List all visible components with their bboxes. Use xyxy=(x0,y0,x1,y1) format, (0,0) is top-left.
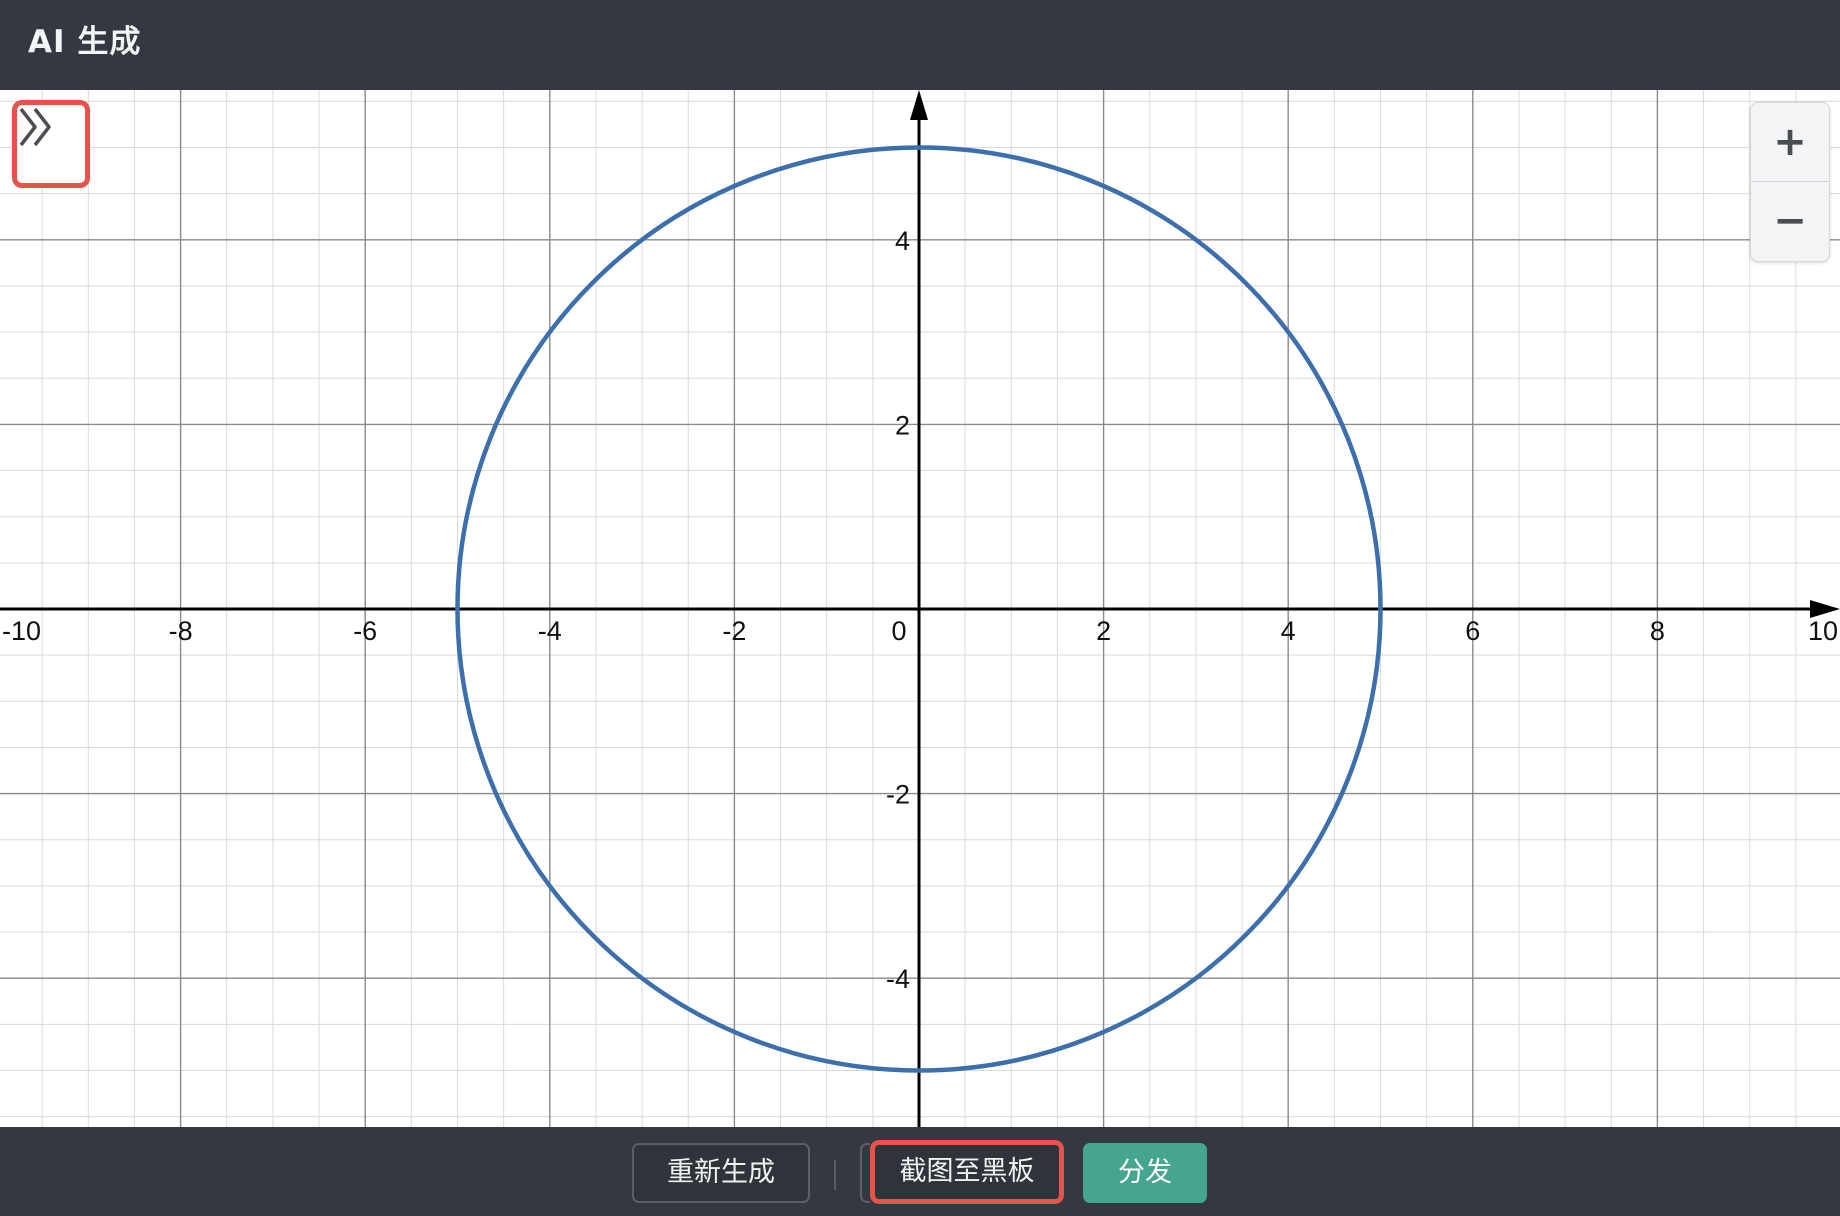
y-tick-label: 2 xyxy=(895,410,910,440)
y-tick-label: 4 xyxy=(895,226,910,256)
zoom-controls: + − xyxy=(1750,102,1830,262)
x-tick-label: 6 xyxy=(1465,616,1480,646)
regenerate-button[interactable]: 重新生成 xyxy=(632,1143,810,1203)
x-tick-label: 10 xyxy=(1808,616,1838,646)
screenshot-to-blackboard-button[interactable]: 截图至黑板 xyxy=(870,1140,1064,1204)
double-chevron-right-icon xyxy=(19,107,51,147)
y-axis-arrow xyxy=(910,90,928,120)
title-bar: AI 生成 xyxy=(0,0,1840,90)
zoom-out-button[interactable]: − xyxy=(1751,182,1829,260)
x-tick-label: -4 xyxy=(538,616,562,646)
y-tick-label: -2 xyxy=(886,780,910,810)
axes xyxy=(0,90,1840,1127)
x-tick-label: -2 xyxy=(722,616,746,646)
x-tick-label: 2 xyxy=(1096,616,1111,646)
graph-canvas[interactable]: -10 -8 -6 -4 -2 0 2 4 6 8 10 4 2 -2 -4 + − xyxy=(0,90,1840,1127)
x-tick-label: 4 xyxy=(1281,616,1296,646)
bottom-toolbar: 重新生成 截图至黑板 分发 xyxy=(0,1127,1840,1216)
zoom-in-button[interactable]: + xyxy=(1751,103,1829,181)
y-tick-label: -4 xyxy=(886,964,910,994)
window-title: AI 生成 xyxy=(28,24,142,60)
toolbar-divider xyxy=(834,1160,836,1190)
x-tick-label: 0 xyxy=(891,616,906,646)
x-tick-label: 8 xyxy=(1650,616,1665,646)
coordinate-plot: -10 -8 -6 -4 -2 0 2 4 6 8 10 4 2 -2 -4 xyxy=(0,90,1840,1127)
x-tick-label: -10 xyxy=(2,616,41,646)
x-tick-label: -6 xyxy=(353,616,377,646)
distribute-button[interactable]: 分发 xyxy=(1083,1143,1207,1203)
x-tick-label: -8 xyxy=(169,616,193,646)
expand-panel-button[interactable] xyxy=(12,100,90,188)
ai-generate-window: AI 生成 -10 -8 -6 -4 -2 0 2 4 6 8 10 4 2 -… xyxy=(0,0,1840,1216)
hidden-button-edge xyxy=(860,1143,870,1203)
